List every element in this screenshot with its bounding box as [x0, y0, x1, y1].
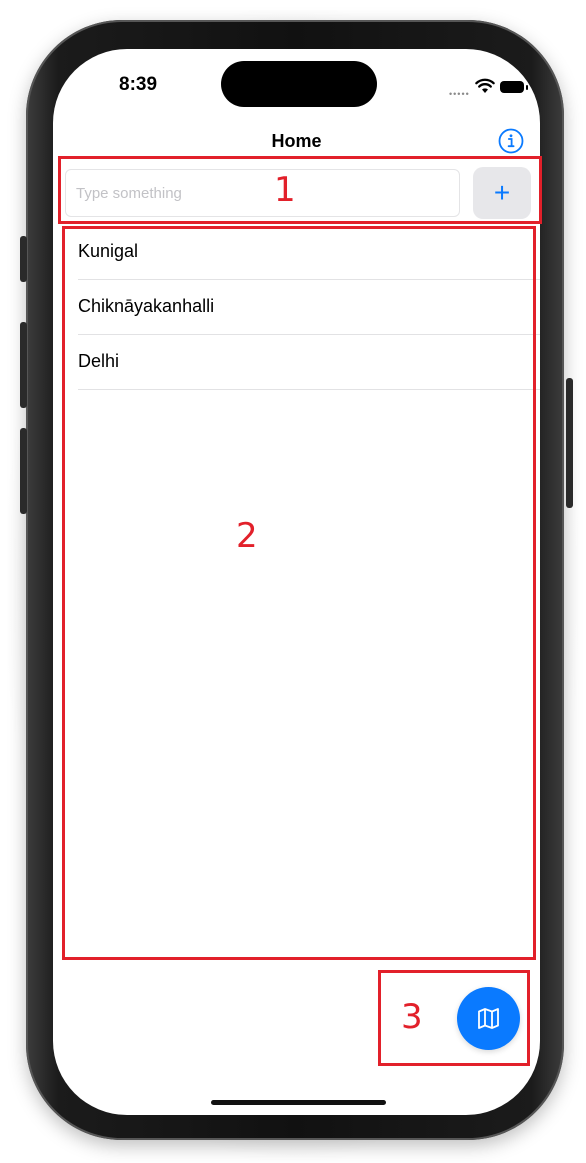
status-icons: ••••• — [449, 77, 529, 99]
screen: 8:39 ••••• Home + Kunigal Chiknāyakanhal… — [53, 49, 540, 1115]
list-item[interactable]: Kunigal — [53, 225, 540, 280]
info-circle-icon — [498, 128, 524, 154]
divider — [78, 389, 540, 390]
wifi-icon — [475, 78, 495, 93]
list-item-label: Chiknāyakanhalli — [78, 296, 215, 316]
home-indicator — [211, 1100, 386, 1105]
signal-dots-icon: ••••• — [449, 89, 470, 99]
list-item-label: Delhi — [78, 351, 120, 371]
volume-up-button — [20, 322, 27, 408]
map-button[interactable] — [457, 987, 520, 1050]
city-list: Kunigal Chiknāyakanhalli Delhi — [53, 225, 540, 390]
volume-down-button — [20, 428, 27, 514]
power-button — [566, 378, 573, 508]
list-item[interactable]: Chiknāyakanhalli — [53, 280, 540, 335]
list-item[interactable]: Delhi — [53, 335, 540, 390]
battery-icon — [500, 81, 528, 93]
add-button[interactable]: + — [473, 167, 531, 219]
map-icon — [478, 1008, 499, 1029]
list-item-label: Kunigal — [78, 241, 139, 261]
action-button — [20, 236, 27, 282]
status-time: 8:39 — [119, 74, 158, 95]
page-title: Home — [271, 131, 322, 151]
dynamic-island — [221, 61, 377, 107]
text-input[interactable] — [65, 169, 460, 217]
info-button[interactable] — [498, 128, 524, 154]
input-row: + — [65, 167, 535, 221]
